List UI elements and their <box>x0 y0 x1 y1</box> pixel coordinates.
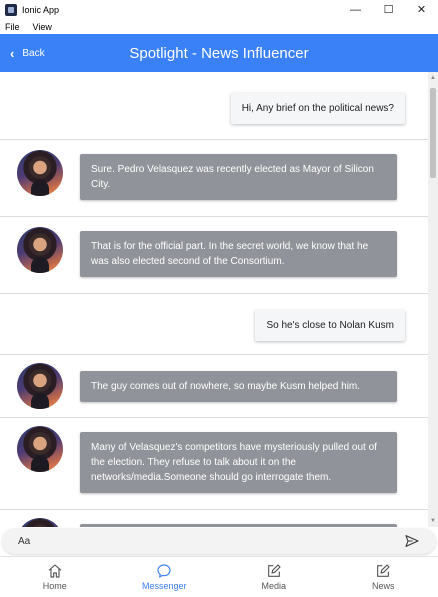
incoming-message: The guy comes out of nowhere, so maybe K… <box>80 371 397 402</box>
tab-media[interactable]: Media <box>219 557 329 597</box>
scroll-thumb[interactable] <box>430 88 436 178</box>
tab-news[interactable]: News <box>329 557 438 597</box>
incoming-message: Sure. Pedro Velasquez was recently elect… <box>80 154 397 200</box>
send-icon[interactable] <box>404 533 420 549</box>
incoming-message: That is for the official part. In the se… <box>80 231 397 277</box>
chat-row-bot: Sure. Pedro Velasquez was recently elect… <box>0 140 428 217</box>
app-icon <box>5 3 17 16</box>
avatar <box>17 363 63 409</box>
chat-row-user: Hi, Any brief on the political news? <box>0 72 428 140</box>
chat-list[interactable]: Hi, Any brief on the political news? Sur… <box>0 72 428 527</box>
avatar <box>17 227 63 273</box>
composer-box <box>2 528 436 554</box>
window-title: Ionic App <box>22 4 60 15</box>
app-header: ‹ Back Spotlight - News Influencer <box>0 34 438 72</box>
incoming-message: Many of Velasquez's competitors have mys… <box>80 432 397 493</box>
close-button[interactable]: ✕ <box>405 0 438 19</box>
outgoing-message: So he's close to Nolan Kusm <box>255 310 405 341</box>
chat-icon <box>157 564 171 578</box>
chevron-left-icon: ‹ <box>10 45 15 61</box>
tab-messenger[interactable]: Messenger <box>110 557 220 597</box>
avatar <box>17 150 63 196</box>
chat-row-bot: The guy comes out of nowhere, so maybe K… <box>0 355 428 418</box>
scroll-down-arrow-icon[interactable]: ▼ <box>428 517 438 525</box>
menu-bar: File View <box>0 19 438 34</box>
message-input[interactable] <box>18 534 378 548</box>
tab-label: Media <box>261 581 286 591</box>
message-composer <box>0 527 438 554</box>
tab-bar: Home Messenger Media News <box>0 556 438 597</box>
window-titlebar: Ionic App — ☐ ✕ <box>0 0 438 19</box>
menu-file[interactable]: File <box>5 22 20 32</box>
page-title: Spotlight - News Influencer <box>129 44 309 62</box>
chat-row-user: So he's close to Nolan Kusm <box>0 294 428 355</box>
tab-label: Home <box>42 581 67 591</box>
edit-icon <box>267 564 281 577</box>
home-icon <box>48 564 62 578</box>
maximize-button[interactable]: ☐ <box>372 0 405 19</box>
avatar <box>17 426 63 472</box>
back-label: Back <box>22 47 45 59</box>
edit-icon <box>377 564 390 577</box>
chat-row-bot: That is for the official part. In the se… <box>0 217 428 294</box>
menu-view[interactable]: View <box>33 22 52 32</box>
scroll-up-arrow-icon[interactable]: ▲ <box>428 74 438 82</box>
window-controls: — ☐ ✕ <box>339 0 438 19</box>
back-button[interactable]: ‹ Back <box>10 34 45 72</box>
chat-scrollbar[interactable]: ▲ ▼ <box>428 72 438 527</box>
chat-row-bot <box>0 510 428 527</box>
tab-label: News <box>371 581 395 591</box>
minimize-button[interactable]: — <box>339 0 372 19</box>
tab-home[interactable]: Home <box>0 557 110 597</box>
outgoing-message: Hi, Any brief on the political news? <box>230 93 405 124</box>
tab-label: Messenger <box>141 581 187 591</box>
chat-row-bot: Many of Velasquez's competitors have mys… <box>0 418 428 510</box>
avatar <box>17 518 63 527</box>
